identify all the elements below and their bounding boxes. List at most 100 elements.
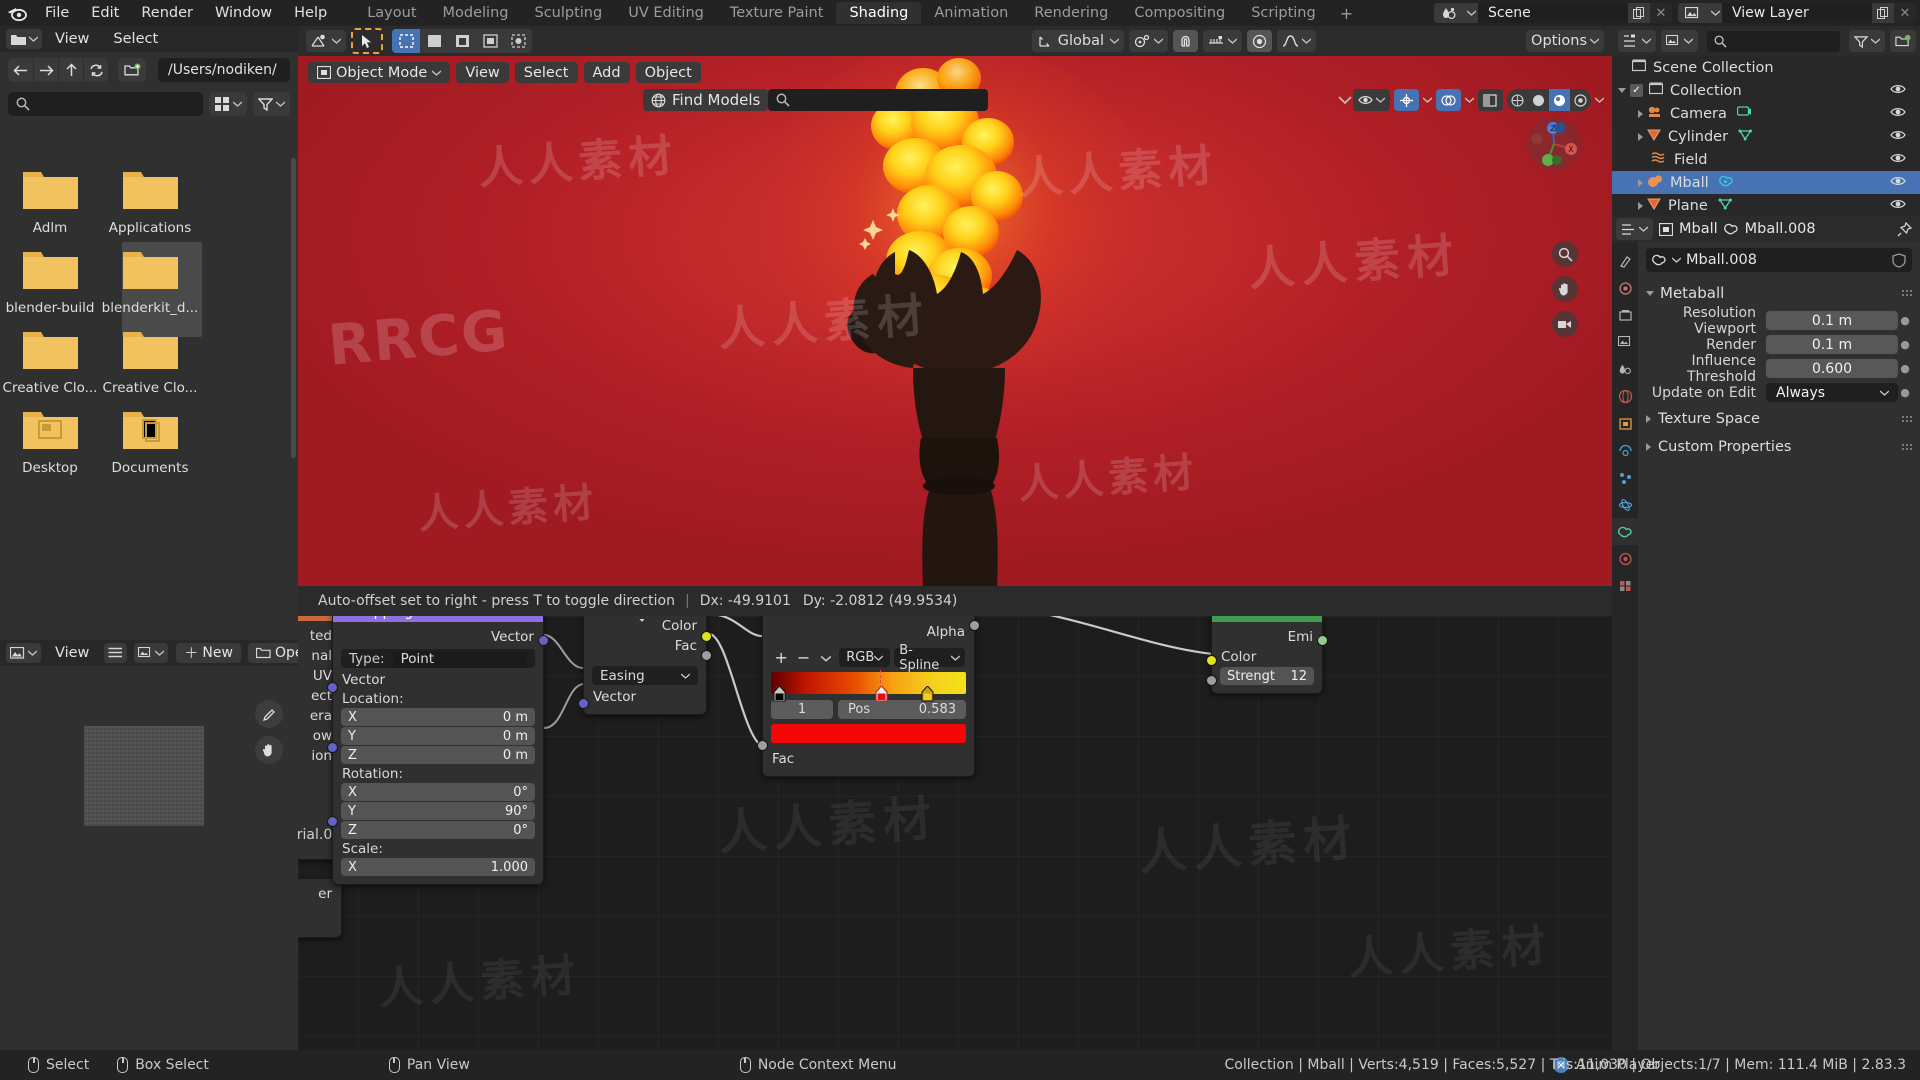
shader-node-editor[interactable]: RRCG 人人素材 人人素材 人人素材 人人素材 nate ted nal UV… [298,616,1612,1050]
tab-object[interactable] [1612,410,1638,437]
visibility-eye-icon[interactable] [1890,198,1906,214]
image-list-button[interactable] [104,643,128,663]
cursor-tool-button[interactable] [351,28,383,54]
mapping-type-selector[interactable]: Type: Point [341,649,535,668]
menu-edit[interactable]: Edit [80,0,130,26]
image-editor-canvas[interactable] [0,666,298,1050]
snap-settings-selector[interactable] [1203,30,1243,52]
custom-properties-drag-handle[interactable] [1901,442,1912,452]
select-subtract-button[interactable] [448,29,476,53]
blender-logo-icon[interactable] [0,0,34,26]
viewport-menu-select[interactable]: Select [514,62,578,83]
tab-sculpting[interactable]: Sculpting [521,2,615,24]
image-editor-menu-view[interactable]: View [44,643,100,663]
socket-emission-strength-in[interactable] [1206,675,1217,686]
outliner-filter-button[interactable] [1849,30,1885,52]
pivot-point-selector[interactable] [1129,30,1169,52]
colorramp-gradient-strip[interactable] [763,670,974,702]
property-value[interactable]: 0.1 m [1766,335,1898,354]
animate-property-dot[interactable]: ● [1898,314,1912,327]
node-colorramp[interactable]: ColorRamp Color Alpha + − RGB B-Spli [757,616,980,777]
directory-path-field[interactable]: /Users/nodiken/ [158,58,290,82]
colorramp-stop-0[interactable] [773,686,786,702]
viewport-menu-view[interactable]: View [456,62,509,83]
mapping-location-x[interactable]: X 0 m [341,708,535,726]
texture-space-subpanel[interactable]: Texture Space [1646,407,1912,431]
tab-tool[interactable] [1612,248,1638,275]
collection-checkbox[interactable]: ✓ [1630,84,1643,97]
animate-property-dot[interactable]: ● [1898,338,1912,351]
viewlayer-name[interactable]: View Layer [1722,3,1872,23]
properties-breadcrumb-object[interactable]: Mball [1679,221,1718,237]
find-models-search-input[interactable] [768,89,988,111]
metaball-datablock-name[interactable]: Mball.008 [1686,252,1887,268]
socket-emission-out[interactable] [1317,635,1328,646]
viewport-options-button[interactable]: Options [1526,30,1604,52]
viewport-menu-add[interactable]: Add [583,62,630,83]
refresh-button[interactable] [83,58,108,82]
pan-hand-icon[interactable] [255,736,283,764]
scene-name[interactable]: Scene [1478,3,1628,23]
overlays-chevron-icon[interactable] [1465,97,1474,103]
remove-viewlayer-button[interactable]: ✕ [1894,3,1916,23]
outliner-root-row[interactable]: Scene Collection [1612,56,1920,79]
filter-selector[interactable] [253,92,290,116]
properties-breadcrumb-data[interactable]: Mball.008 [1745,221,1816,237]
mapping-rotation-x[interactable]: X 0° [341,783,535,801]
visibility-eye-icon[interactable] [1890,175,1906,191]
tab-modifiers[interactable] [1612,437,1638,464]
outliner-row-mball[interactable]: Mball [1612,171,1920,194]
viewport-editor-type-selector[interactable] [306,30,346,52]
colorramp-index-field[interactable]: 1 [771,700,833,719]
metaball-data-icon[interactable] [1718,174,1734,192]
pin-icon[interactable] [1897,221,1912,237]
socket-gradient-color-out[interactable] [701,631,712,642]
file-item[interactable]: Desktop [0,396,100,476]
snap-magnet-toggle[interactable] [1173,30,1199,52]
visibility-eye-icon[interactable] [1890,152,1906,168]
tab-modeling[interactable]: Modeling [430,2,522,24]
outliner-editor-type-selector[interactable] [1618,30,1656,52]
socket-colorramp-alpha-out[interactable] [969,620,980,631]
animate-property-dot[interactable]: ● [1898,362,1912,375]
property-value[interactable]: 0.600 [1766,359,1898,378]
object-mode-selector[interactable]: Object Mode [308,62,451,83]
colorramp-pos-field[interactable]: Pos 0.583 [838,700,966,719]
file-item[interactable]: blender-build [0,236,100,316]
visibility-eye-icon[interactable] [1890,106,1906,122]
socket-gradient-vector-in[interactable] [578,698,589,709]
node-mapping[interactable]: Mapping Vector Type: Point Vector Locati… [327,616,549,885]
property-value[interactable]: 0.1 m [1766,311,1898,330]
camera-view-icon[interactable] [1552,311,1578,337]
outliner-row-plane[interactable]: Plane [1612,194,1920,217]
colorramp-add-stop-button[interactable]: + [772,648,790,667]
move-handle-icon[interactable] [632,616,652,624]
tab-object-data[interactable] [1612,518,1638,545]
socket-mapping-location-in[interactable] [327,742,338,753]
shading-wireframe-button[interactable] [1507,89,1528,111]
outliner-row-cylinder[interactable]: Cylinder [1612,125,1920,148]
outliner-row-field[interactable]: Field [1612,148,1920,171]
animate-property-dot[interactable]: ● [1898,386,1912,399]
new-image-button[interactable]: ＋ New [176,643,241,663]
menu-render[interactable]: Render [130,0,204,26]
file-item[interactable]: Creative Clo... [100,316,200,396]
pan-view-icon[interactable] [1552,276,1578,302]
file-search-input[interactable] [8,92,203,116]
menu-help[interactable]: Help [283,0,338,26]
tab-rendering[interactable]: Rendering [1021,2,1121,24]
tab-animation[interactable]: Animation [921,2,1021,24]
display-mode-selector[interactable] [209,92,247,116]
tab-world[interactable] [1612,383,1638,410]
tab-scripting[interactable]: Scripting [1238,2,1328,24]
tab-shading[interactable]: Shading [836,2,922,24]
file-item[interactable]: Documents [100,396,200,476]
viewport-render-region[interactable]: Object Mode View Select Add Object Find … [298,56,1612,586]
add-workspace-button[interactable]: + [1329,4,1364,23]
visibility-eye-icon[interactable] [1890,83,1906,99]
outliner-new-collection-button[interactable] [1890,30,1916,52]
property-value[interactable]: Always [1766,383,1898,402]
colorramp-interpolation-selector[interactable]: B-Spline [894,643,965,673]
new-scene-button[interactable] [1628,3,1650,23]
socket-mapping-vector-in[interactable] [327,682,338,693]
